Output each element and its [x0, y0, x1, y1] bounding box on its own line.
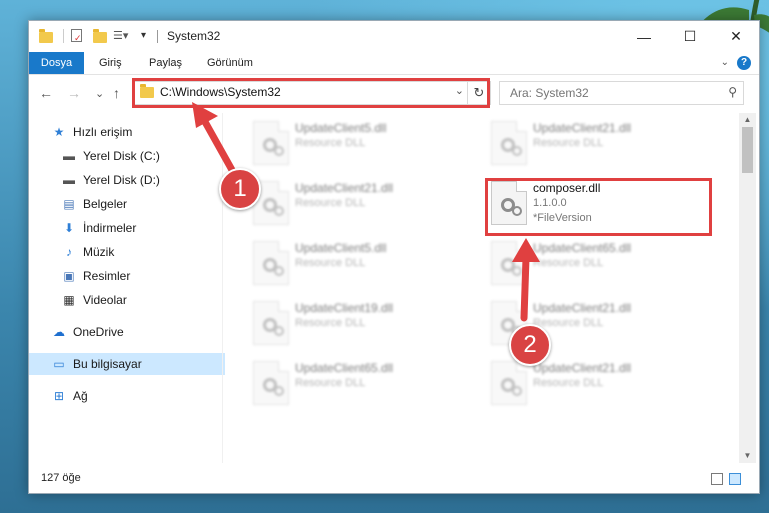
annotation-arrows [192, 102, 540, 322]
step-2-badge: 2 [509, 324, 551, 366]
step-1-badge: 1 [219, 168, 261, 210]
